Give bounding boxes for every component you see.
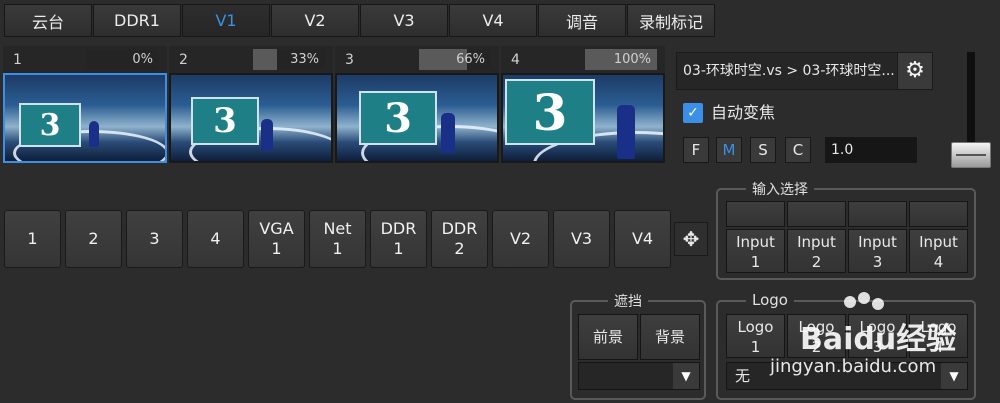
tab-audio[interactable]: 调音 — [538, 4, 626, 37]
mode-f-button[interactable]: F — [683, 137, 709, 163]
thumbnail-4[interactable]: 4 100% 3 — [501, 46, 665, 163]
source-v2-button[interactable]: V2 — [492, 210, 549, 268]
tab-bar: 云台 DDR1 V1 V2 V3 V4 调音 录制标记 — [4, 4, 715, 37]
tab-v4[interactable]: V4 — [449, 4, 537, 37]
tab-v3[interactable]: V3 — [360, 4, 448, 37]
tab-ddr1[interactable]: DDR1 — [93, 4, 181, 37]
thumbnail-number: 2 — [179, 51, 188, 68]
settings-gear-icon[interactable]: ⚙ — [897, 52, 933, 90]
scene-board: 3 — [191, 97, 259, 145]
mask-select[interactable]: ▼ — [578, 362, 700, 390]
dropdown-arrow-icon: ▼ — [941, 363, 967, 389]
logo-1-button[interactable]: Logo 1 — [726, 314, 785, 358]
source-vga1-button[interactable]: VGA 1 — [248, 210, 305, 268]
scene-preview: 3 — [501, 73, 665, 163]
source-3-button[interactable]: 3 — [126, 210, 183, 268]
scene-preview: 3 — [169, 73, 333, 163]
tab-v2[interactable]: V2 — [271, 4, 359, 37]
foreground-button[interactable]: 前景 — [578, 314, 638, 360]
input-2-indicator — [787, 201, 846, 227]
background-button[interactable]: 背景 — [640, 314, 700, 360]
input-1-button[interactable]: Input 1 — [726, 229, 785, 273]
mode-c-button[interactable]: C — [785, 137, 811, 163]
source-ddr2-button[interactable]: DDR 2 — [431, 210, 488, 268]
thumbnail-2[interactable]: 2 33% 3 — [169, 46, 333, 163]
zoom-percent: 0% — [87, 49, 159, 70]
zoom-value-field[interactable]: 1.0 — [825, 137, 917, 163]
input-2-button[interactable]: Input 2 — [787, 229, 846, 273]
source-v3-button[interactable]: V3 — [553, 210, 610, 268]
tab-v1[interactable]: V1 — [182, 4, 270, 37]
source-v4-button[interactable]: V4 — [614, 210, 671, 268]
input-3-button[interactable]: Input 3 — [848, 229, 907, 273]
zoom-percent: 66% — [419, 49, 491, 70]
tab-record-marker[interactable]: 录制标记 — [627, 4, 715, 37]
mode-s-button[interactable]: S — [750, 137, 776, 163]
tab-ptz[interactable]: 云台 — [4, 4, 92, 37]
input-3-indicator — [848, 201, 907, 227]
zoom-percent: 100% — [585, 49, 657, 70]
thumbnail-number: 1 — [13, 51, 22, 68]
scene-preview: 3 — [335, 73, 499, 163]
thumbnail-1[interactable]: 1 0% 3 — [3, 46, 167, 163]
source-ddr1-button[interactable]: DDR 1 — [370, 210, 427, 268]
input-4-indicator — [909, 201, 968, 227]
zoom-percent-fill — [253, 49, 277, 70]
zoom-percent: 33% — [253, 49, 325, 70]
thumbnail-number: 3 — [345, 51, 354, 68]
autofocus-label: 自动变焦 — [711, 103, 776, 122]
logo-4-button[interactable]: Logo 4 — [909, 314, 968, 358]
dropdown-arrow-icon: ▼ — [673, 363, 699, 389]
source-2-button[interactable]: 2 — [65, 210, 122, 268]
source-4-button[interactable]: 4 — [187, 210, 244, 268]
scene-board: 3 — [359, 91, 437, 145]
scene-board: 3 — [19, 103, 81, 147]
logo-3-button[interactable]: Logo 3 — [848, 314, 907, 358]
input-4-button[interactable]: Input 4 — [909, 229, 968, 273]
logo-select[interactable]: 无 ▼ — [726, 362, 968, 390]
source-net1-button[interactable]: Net 1 — [309, 210, 366, 268]
input-select-title: 输入选择 — [746, 179, 814, 199]
thumbnail-number: 4 — [511, 51, 520, 68]
logo-title: Logo — [746, 291, 794, 309]
scene-board: 3 — [505, 79, 595, 145]
mask-title: 遮挡 — [608, 291, 648, 311]
scene-preview: 3 — [3, 73, 167, 163]
source-1-button[interactable]: 1 — [4, 210, 61, 268]
autofocus-checkbox[interactable]: ✓ — [683, 103, 703, 123]
input-1-indicator — [726, 201, 785, 227]
zoom-slider-handle[interactable] — [951, 142, 991, 168]
thumbnail-3[interactable]: 3 66% 3 — [335, 46, 499, 163]
mode-m-button[interactable]: M — [716, 137, 742, 163]
scene-select[interactable]: 03-环球时空.vs > 03-环球时空... — [676, 52, 898, 90]
move-icon[interactable]: ✥ — [674, 222, 708, 256]
logo-2-button[interactable]: Logo 2 — [787, 314, 846, 358]
